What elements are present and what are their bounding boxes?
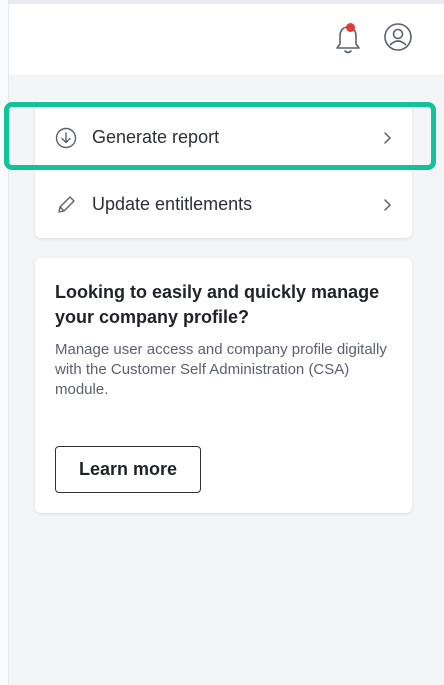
quick-actions-card: Generate report Update entitlements xyxy=(35,100,412,238)
chevron-right-icon xyxy=(384,131,391,144)
user-circle-icon[interactable] xyxy=(383,22,413,52)
csa-promo-card: Looking to easily and quickly manage you… xyxy=(35,258,412,513)
promo-title: Looking to easily and quickly manage you… xyxy=(55,282,380,327)
chevron-right-icon xyxy=(384,198,391,211)
left-panel-edge xyxy=(0,0,9,685)
download-circle-icon xyxy=(55,127,77,149)
top-header xyxy=(9,4,444,76)
update-entitlements-button[interactable]: Update entitlements xyxy=(35,170,412,239)
learn-more-button[interactable]: Learn more xyxy=(55,446,201,493)
promo-description: Manage user access and company profile d… xyxy=(55,341,387,398)
generate-report-label: Generate report xyxy=(92,127,220,147)
notification-dot xyxy=(346,23,355,32)
pencil-icon xyxy=(55,194,77,216)
update-entitlements-label: Update entitlements xyxy=(92,194,253,214)
generate-report-button[interactable]: Generate report xyxy=(35,103,412,172)
